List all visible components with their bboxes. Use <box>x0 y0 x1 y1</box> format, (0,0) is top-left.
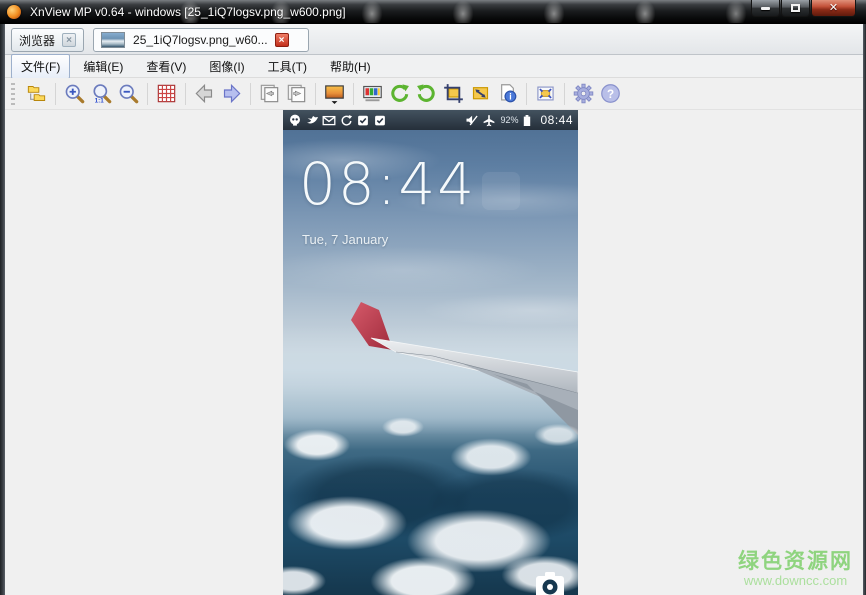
crop-button[interactable] <box>440 80 467 107</box>
toolbar-grip[interactable] <box>11 83 15 105</box>
app-icon <box>7 5 21 19</box>
toolbar-separator <box>55 83 56 105</box>
mute-icon <box>465 114 479 127</box>
toolbar-separator <box>315 83 316 105</box>
toolbar-separator <box>353 83 354 105</box>
grid-overlay-button[interactable] <box>153 80 180 107</box>
enhance-colors-button[interactable] <box>359 80 386 107</box>
menu-image[interactable]: 图像(I) <box>199 54 254 79</box>
info-icon: i <box>497 83 518 104</box>
xnview-window: XnView MP v0.64 - windows [25_1iQ7logsv.… <box>0 0 866 595</box>
close-button[interactable]: ✕ <box>811 0 856 17</box>
toolbar-separator <box>526 83 527 105</box>
svg-text:i: i <box>509 92 511 102</box>
minimize-icon <box>761 7 770 10</box>
fullscreen-button[interactable] <box>532 80 559 107</box>
image-view[interactable]: 92% 08:44 08:44 Tue, 7 January <box>283 110 578 595</box>
page-arrow-right-icon <box>286 83 307 104</box>
crop-icon <box>443 83 464 104</box>
gear-icon <box>573 83 594 104</box>
statusbar-time: 08:44 <box>540 113 573 127</box>
toolbar-separator <box>185 83 186 105</box>
minimize-button[interactable] <box>751 0 780 17</box>
restore-icon <box>791 4 800 12</box>
lockscreen-date: Tue, 7 January <box>302 232 388 247</box>
skull-badge-icon <box>288 114 302 127</box>
phone-statusbar: 92% 08:44 <box>283 110 578 130</box>
tab-close-icon[interactable]: × <box>62 33 76 47</box>
viewer-canvas[interactable]: 92% 08:44 08:44 Tue, 7 January 绿色资源网 www… <box>5 110 863 595</box>
sync-icon <box>339 114 353 127</box>
check-bag-icon <box>373 114 387 127</box>
airplane-mode-icon <box>482 114 496 127</box>
rotate-left-button[interactable] <box>386 80 413 107</box>
rotate-left-icon <box>389 83 410 104</box>
battery-icon <box>520 114 534 127</box>
tab-image[interactable]: 25_1iQ7logsv.png_w60... × <box>93 28 309 52</box>
rotate-right-button[interactable] <box>413 80 440 107</box>
check-bag-icon <box>356 114 370 127</box>
image-info-button[interactable]: i <box>494 80 521 107</box>
svg-text:?: ? <box>607 88 614 101</box>
battery-percent: 92% <box>500 115 518 125</box>
arrow-right-icon <box>221 83 242 104</box>
menu-tools[interactable]: 工具(T) <box>258 54 317 79</box>
grid-icon <box>156 83 177 104</box>
cloud-field <box>283 405 578 595</box>
slideshow-button[interactable] <box>321 80 348 107</box>
camera-icon <box>534 571 566 595</box>
zoom-out-button[interactable] <box>115 80 142 107</box>
restore-button[interactable] <box>781 0 810 17</box>
tab-label: 25_1iQ7logsv.png_w60... <box>133 33 268 47</box>
lockscreen-clock: 08:44 <box>299 150 476 218</box>
settings-button[interactable] <box>570 80 597 107</box>
menu-edit[interactable]: 编辑(E) <box>73 54 133 79</box>
menu-view[interactable]: 查看(V) <box>136 54 196 79</box>
bird-icon <box>305 114 319 127</box>
svg-text:1:1: 1:1 <box>95 97 105 104</box>
next-image-button[interactable] <box>218 80 245 107</box>
help-icon: ? <box>600 83 621 104</box>
arrow-left-icon <box>194 83 215 104</box>
menu-help[interactable]: 帮助(H) <box>320 54 381 79</box>
tab-label: 浏览器 <box>19 32 55 49</box>
window-controls: ✕ <box>750 0 856 17</box>
previous-image-button[interactable] <box>191 80 218 107</box>
menubar: 文件(F) 编辑(E) 查看(V) 图像(I) 工具(T) 帮助(H) <box>5 55 863 78</box>
watermark-site-name: 绿色资源网 <box>738 550 853 574</box>
window-title: XnView MP v0.64 - windows [25_1iQ7logsv.… <box>30 5 346 19</box>
toolbar-separator <box>147 83 148 105</box>
slideshow-icon <box>324 83 345 104</box>
ghost-watermark <box>482 172 520 210</box>
close-icon: ✕ <box>829 3 838 14</box>
folders-icon <box>26 83 47 104</box>
zoom-in-icon <box>64 83 85 104</box>
resize-button[interactable] <box>467 80 494 107</box>
page-arrow-left-icon <box>259 83 280 104</box>
site-watermark: 绿色资源网 www.downcc.com <box>738 550 853 589</box>
tab-thumbnail <box>101 32 125 48</box>
zoom-actual-size-icon: 1:1 <box>91 83 112 104</box>
zoom-in-button[interactable] <box>61 80 88 107</box>
browser-folders-button[interactable] <box>23 80 50 107</box>
toolbar: 1:1 <box>5 78 863 110</box>
tab-browser[interactable]: 浏览器 × <box>11 28 84 52</box>
first-image-button[interactable] <box>256 80 283 107</box>
menu-file[interactable]: 文件(F) <box>11 54 70 79</box>
mail-icon <box>322 114 336 127</box>
toolbar-separator <box>564 83 565 105</box>
tab-close-icon[interactable]: × <box>275 33 289 47</box>
zoom-out-icon <box>118 83 139 104</box>
resize-icon <box>470 83 491 104</box>
watermark-site-url: www.downcc.com <box>738 574 853 589</box>
help-button[interactable]: ? <box>597 80 624 107</box>
toolbar-separator <box>250 83 251 105</box>
fullscreen-icon <box>535 83 556 104</box>
zoom-actual-size-button[interactable]: 1:1 <box>88 80 115 107</box>
enhance-colors-icon <box>362 83 383 104</box>
rotate-right-icon <box>416 83 437 104</box>
tabbar: 浏览器 × 25_1iQ7logsv.png_w60... × <box>5 24 863 55</box>
titlebar[interactable]: XnView MP v0.64 - windows [25_1iQ7logsv.… <box>0 0 866 24</box>
last-image-button[interactable] <box>283 80 310 107</box>
